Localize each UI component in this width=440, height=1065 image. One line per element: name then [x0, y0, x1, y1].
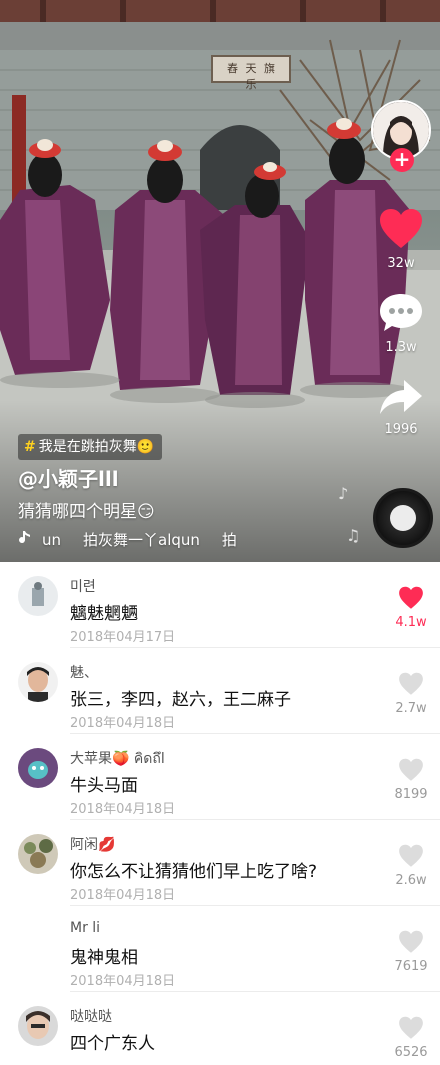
- video-caption: 猜猜哪四个明星😏: [18, 502, 155, 522]
- share-count: 1996: [384, 422, 418, 437]
- heart-icon: [399, 930, 423, 953]
- floating-note-icon: ♫: [346, 526, 361, 545]
- heart-icon: [399, 586, 423, 609]
- comment-like-button[interactable]: 4.1w: [388, 586, 434, 630]
- hash-icon: #: [24, 439, 36, 455]
- comment-like-button[interactable]: 6526: [388, 1016, 434, 1060]
- author-avatar-button[interactable]: +: [371, 100, 431, 174]
- hashtag-text: 我是在跳拍灰舞🙂: [38, 439, 155, 455]
- scene-sign-text: 舂 天 旗 乐: [227, 62, 277, 91]
- comment-bubble-icon: [380, 294, 422, 331]
- music-segment: 拍灰舞一丫alqun: [83, 531, 200, 549]
- like-count: 32w: [387, 256, 415, 271]
- video-player[interactable]: 舂 天 旗 乐 + 32w 1.3w 1996 # 我是在跳拍灰舞🙂 @小颖子l…: [0, 0, 440, 562]
- music-cover-icon: [390, 505, 416, 531]
- heart-icon: [399, 672, 423, 695]
- commenter-avatar[interactable]: [18, 576, 58, 616]
- comment-like-button[interactable]: 8199: [388, 758, 434, 802]
- heart-icon: [399, 758, 423, 781]
- comment-like-count: 8199: [394, 787, 428, 802]
- comment-like-button[interactable]: 7619: [388, 930, 434, 974]
- comment-date: 2018年04月18日: [70, 802, 176, 817]
- comment-like-button[interactable]: 2.7w: [388, 672, 434, 716]
- comment-like-count: 7619: [394, 959, 428, 974]
- like-button[interactable]: 32w: [370, 208, 432, 271]
- comment-date: 2018年04月17日: [70, 630, 176, 645]
- comment-item[interactable]: Mr li 鬼神鬼相 2018年04月18日 7619: [0, 906, 440, 992]
- commenter-name[interactable]: 미련: [70, 576, 96, 596]
- commenter-avatar[interactable]: [18, 1006, 58, 1046]
- comment-like-count: 2.6w: [395, 873, 427, 888]
- music-segment: un: [42, 531, 62, 549]
- commenter-avatar[interactable]: [18, 834, 58, 874]
- comment-item[interactable]: 哒哒哒 四个广东人 6526: [0, 992, 440, 1065]
- comment-date: 2018年04月18日: [70, 974, 176, 989]
- heart-icon: [380, 209, 422, 248]
- comment-list: 미련 魑魅魍魉 2018年04月17日 4.1w 魅、 张三，李四，赵六，王二麻…: [0, 562, 440, 1065]
- music-segment: 拍: [221, 531, 237, 549]
- follow-button[interactable]: +: [390, 148, 414, 172]
- floating-note-icon: ♪: [338, 484, 349, 503]
- comment-like-button[interactable]: 2.6w: [388, 844, 434, 888]
- commenter-name[interactable]: 哒哒哒: [70, 1006, 112, 1026]
- comment-item[interactable]: 大苹果🍑 คิดถึl 牛头马面 2018年04月18日 8199: [0, 734, 440, 820]
- comment-date: 2018年04月18日: [70, 888, 176, 903]
- commenter-name[interactable]: 大苹果🍑 คิดถึl: [70, 748, 165, 770]
- hashtag-challenge-chip[interactable]: # 我是在跳拍灰舞🙂: [18, 434, 163, 460]
- commenter-name[interactable]: Mr li: [70, 920, 100, 936]
- comment-count: 1.3w: [385, 340, 417, 355]
- music-ticker[interactable]: un 拍灰舞一丫alqun 拍: [18, 529, 237, 550]
- heart-icon: [399, 844, 423, 867]
- music-note-icon: [18, 530, 34, 549]
- commenter-avatar[interactable]: [18, 662, 58, 702]
- comment-date: 2018年04月18日: [70, 716, 176, 731]
- comment-item[interactable]: 魅、 张三，李四，赵六，王二麻子 2018年04月18日 2.7w: [0, 648, 440, 734]
- comment-item[interactable]: 阿闲💋 你怎么不让猜猜他们早上吃了啥? 2018年04月18日 2.6w: [0, 820, 440, 906]
- comment-item[interactable]: 미련 魑魅魍魉 2018年04月17日 4.1w: [0, 562, 440, 648]
- comment-text: 你怎么不让猜猜他们早上吃了啥?: [70, 862, 318, 882]
- comment-text: 魑魅魍魉: [70, 604, 138, 624]
- commenter-name[interactable]: 魅、: [70, 662, 98, 682]
- comment-text: 四个广东人: [70, 1034, 155, 1054]
- comment-text: 鬼神鬼相: [70, 948, 138, 968]
- comment-like-count: 4.1w: [395, 615, 427, 630]
- commenter-name[interactable]: 阿闲💋: [70, 834, 115, 854]
- author-name[interactable]: @小颖子lll: [18, 463, 119, 492]
- comment-text: 牛头马面: [70, 776, 138, 796]
- music-disc-button[interactable]: [373, 488, 433, 548]
- comment-like-count: 2.7w: [395, 701, 427, 716]
- share-button[interactable]: 1996: [370, 378, 432, 437]
- heart-icon: [399, 1016, 423, 1039]
- comment-like-count: 6526: [394, 1045, 428, 1060]
- commenter-avatar[interactable]: [18, 748, 58, 788]
- share-arrow-icon: [380, 380, 422, 414]
- comment-button[interactable]: 1.3w: [370, 292, 432, 355]
- comment-text: 张三，李四，赵六，王二麻子: [70, 690, 291, 710]
